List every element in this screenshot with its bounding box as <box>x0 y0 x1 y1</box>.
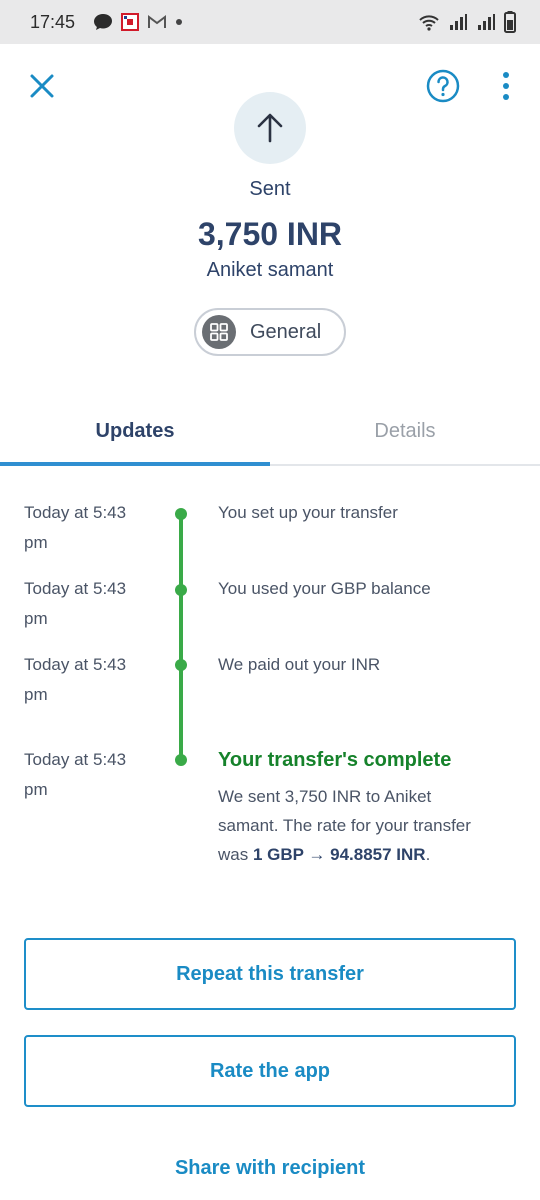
rate-app-button[interactable]: Rate the app <box>24 1035 516 1107</box>
transfer-complete-description: We sent 3,750 INR to Aniket samant. The … <box>218 782 508 869</box>
transfer-status-label: Sent <box>249 178 291 200</box>
arrow-up-icon <box>257 113 283 143</box>
tab-details[interactable]: Details <box>270 398 540 464</box>
share-with-recipient-button[interactable]: Share with recipient <box>0 1148 540 1188</box>
timeline-time-line1: Today at 5:43 <box>24 655 127 674</box>
status-left: 17:45 <box>30 12 75 33</box>
category-icon-wrap <box>202 315 236 349</box>
close-icon <box>30 74 54 98</box>
timeline-event-text: You used your GBP balance <box>218 579 431 598</box>
help-button[interactable] <box>426 69 460 103</box>
description-line3: was 1 GBP → 94.8857 INR. <box>218 840 508 869</box>
help-icon <box>426 69 460 103</box>
dot-icon <box>176 19 183 25</box>
message-icon <box>94 14 113 30</box>
timeline-time-line2: pm <box>24 685 48 704</box>
description-suffix: . <box>425 845 431 864</box>
bank-app-icon <box>121 13 140 31</box>
signal-icon-2 <box>478 14 495 30</box>
timeline-time: Today at 5:43 pm <box>24 650 144 710</box>
timeline-time-line1: Today at 5:43 <box>24 503 127 522</box>
status-time: 17:45 <box>30 11 76 32</box>
timeline-time-line1: Today at 5:43 <box>24 750 127 769</box>
timeline-dot <box>175 508 187 520</box>
timeline-event-text: You set up your transfer <box>218 503 398 522</box>
grid-icon <box>210 323 228 341</box>
close-button[interactable] <box>24 68 60 104</box>
notification-icons <box>93 13 183 31</box>
timeline-event-text: We paid out your INR <box>218 655 381 674</box>
category-chip[interactable]: General <box>194 308 346 356</box>
tab-updates[interactable]: Updates <box>0 398 270 464</box>
active-tab-indicator <box>0 462 270 466</box>
signal-icon-1 <box>450 14 467 30</box>
transfer-amount: 3,750 INR <box>197 216 343 252</box>
tab-bar: Updates Details <box>0 398 540 466</box>
exchange-rate: 1 GBP → 94.8857 INR <box>252 845 426 864</box>
timeline-time-line2: pm <box>24 609 48 628</box>
transfer-complete-title: Your transfer's complete <box>218 749 452 771</box>
timeline-time-line1: Today at 5:43 <box>24 579 127 598</box>
gmail-icon <box>148 15 167 28</box>
category-label: General <box>250 320 322 343</box>
timeline-time: Today at 5:43 pm <box>24 498 144 558</box>
wifi-icon <box>419 15 439 31</box>
battery-icon <box>504 11 516 33</box>
description-prefix: was <box>218 845 253 864</box>
timeline-time-line2: pm <box>24 780 48 799</box>
repeat-transfer-button[interactable]: Repeat this transfer <box>24 938 516 1010</box>
timeline-time: Today at 5:43 pm <box>24 745 144 805</box>
timeline-line <box>179 514 183 762</box>
timeline-dot <box>175 584 187 596</box>
description-line2: samant. The rate for your transfer <box>218 816 471 835</box>
timeline-time: Today at 5:43 pm <box>24 574 144 634</box>
status-bar: 17:45 <box>0 0 540 44</box>
timeline-dot <box>175 659 187 671</box>
system-icons <box>418 11 516 33</box>
timeline-time-line2: pm <box>24 533 48 552</box>
description-line1: We sent 3,750 INR to Aniket <box>218 787 432 806</box>
timeline-dot <box>175 754 187 766</box>
more-options-button[interactable] <box>494 69 518 103</box>
recipient-name: Aniket samant <box>206 259 334 281</box>
more-vertical-icon <box>503 72 509 100</box>
sent-status-icon-circle <box>234 92 306 164</box>
